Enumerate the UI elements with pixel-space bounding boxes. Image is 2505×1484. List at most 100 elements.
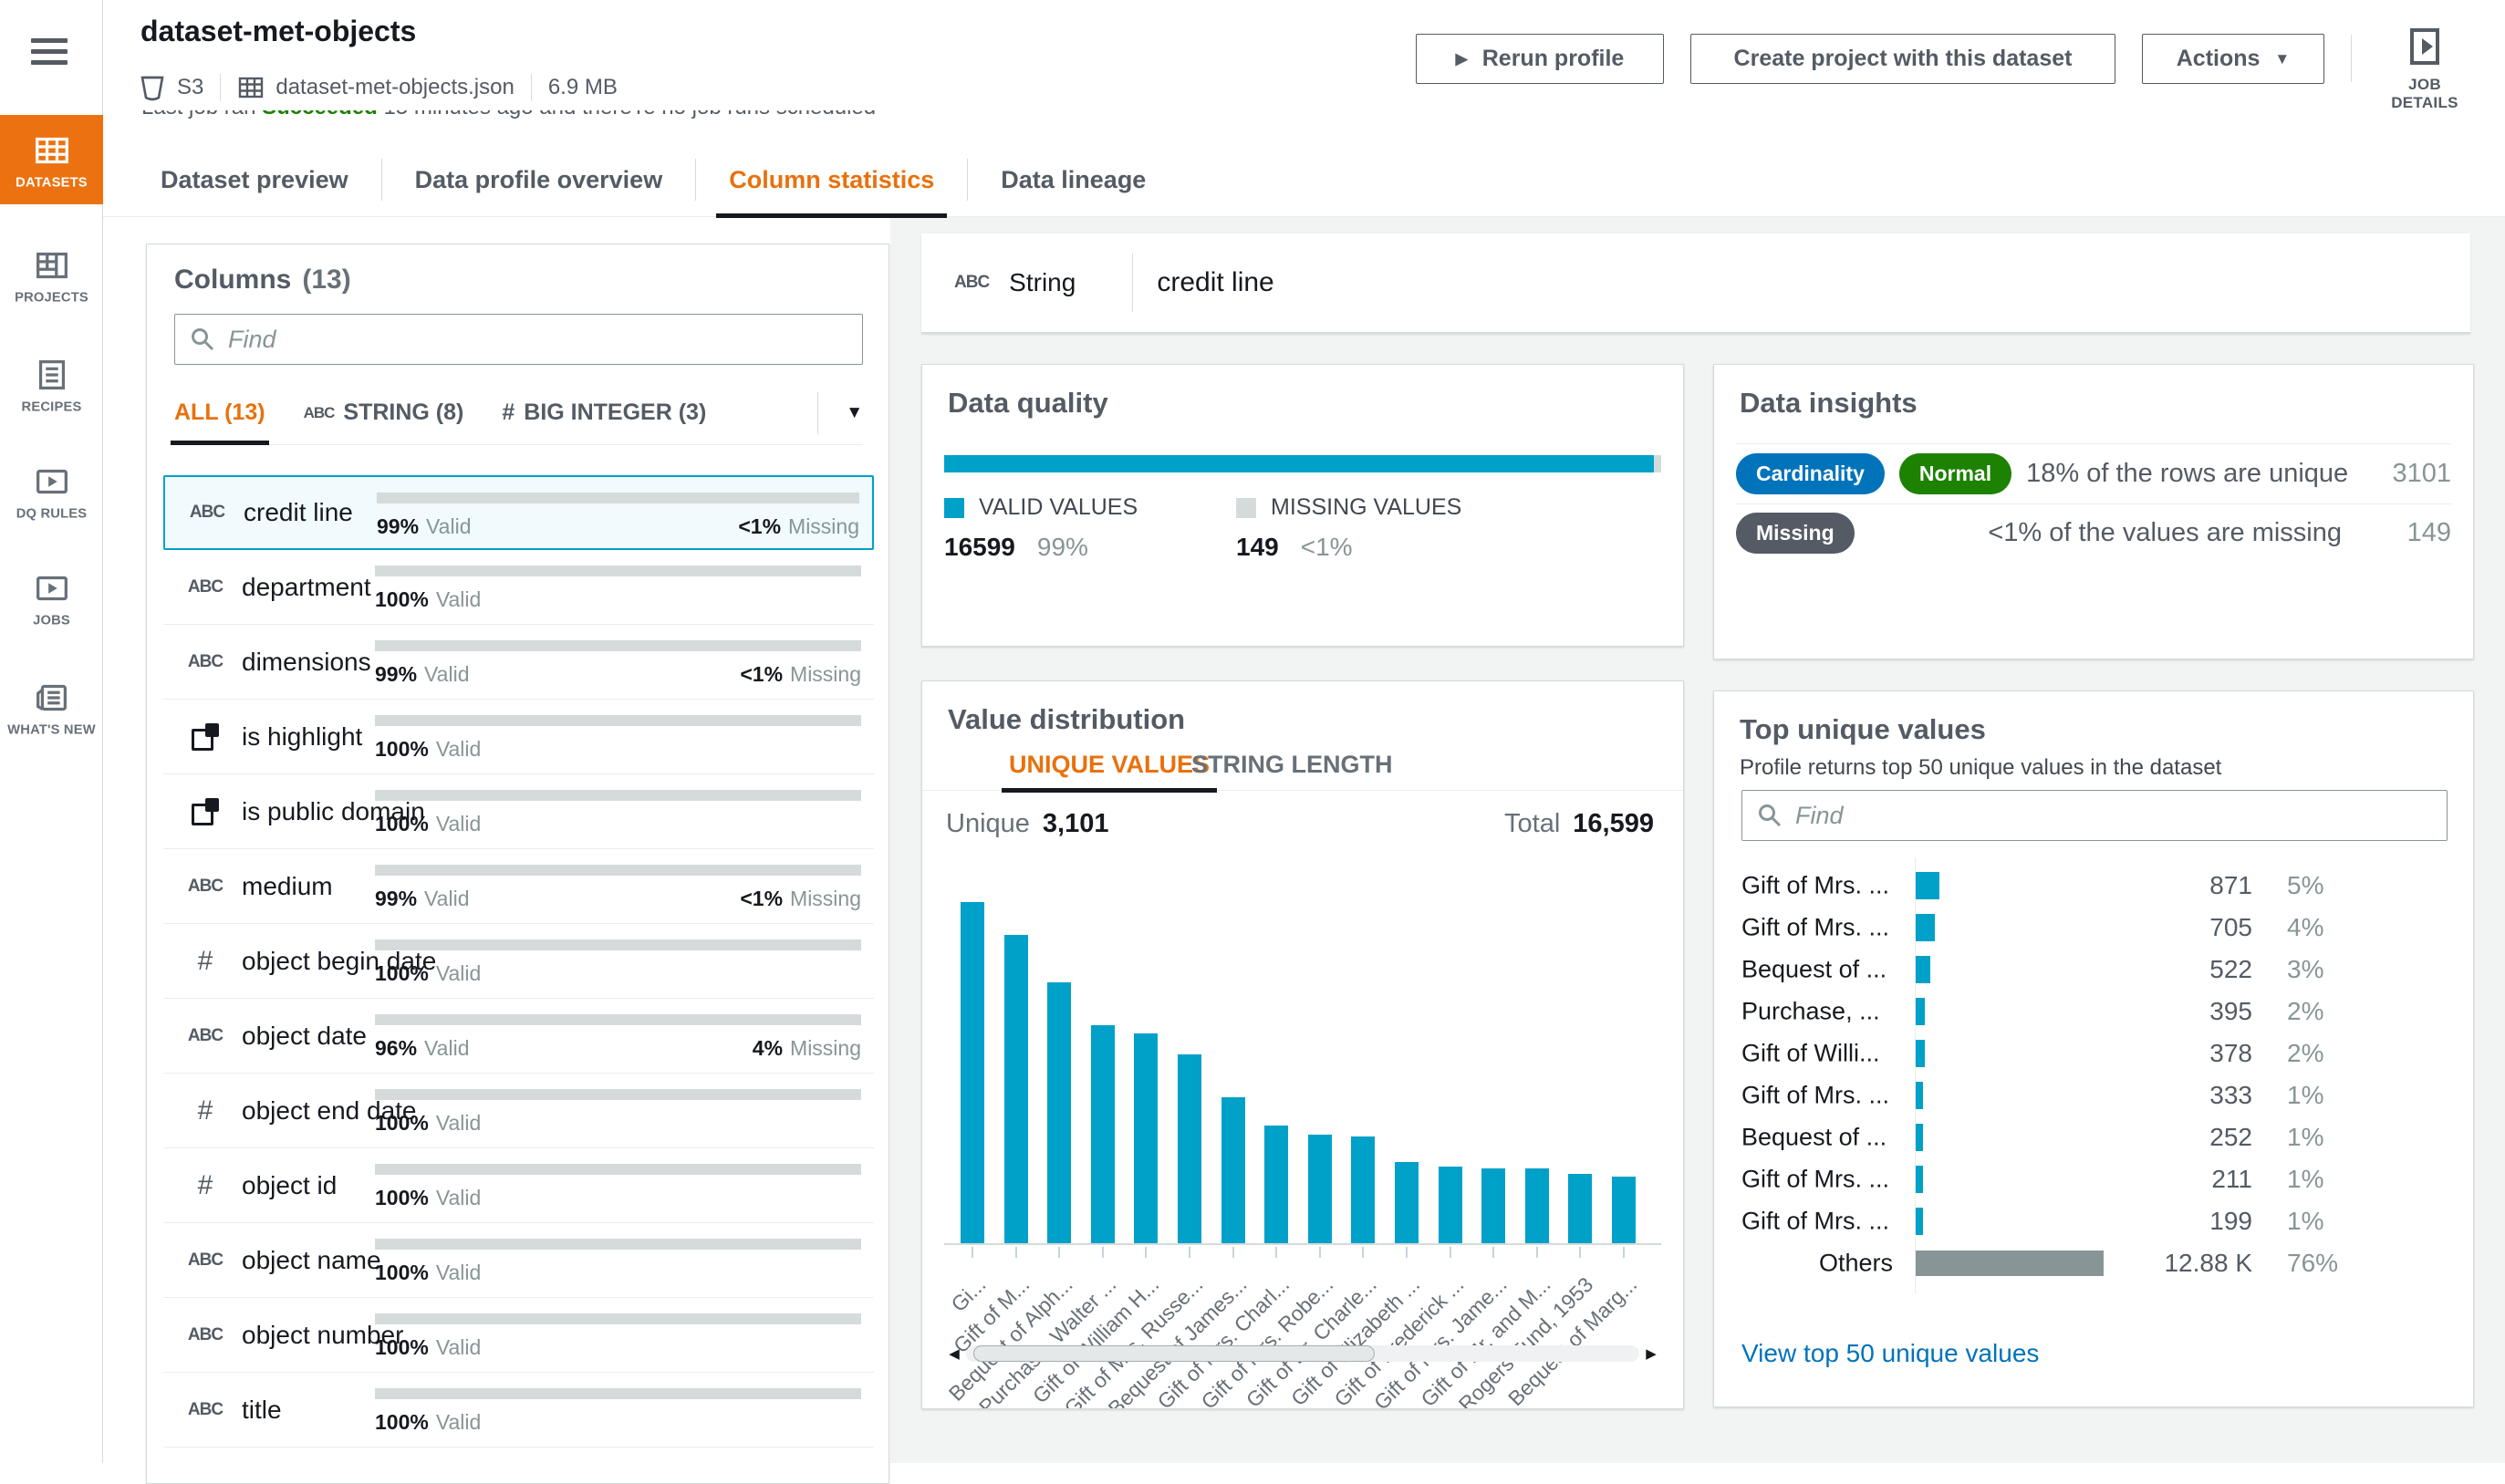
string-type-icon: ABC	[188, 577, 223, 597]
filter-string-8-[interactable]: ABCSTRING (8)	[304, 381, 464, 444]
sidebar-item-recipes[interactable]: RECIPES	[0, 354, 103, 416]
valid-percent: 100%Valid	[375, 737, 481, 762]
unique-value-row: Gift of Mrs. ...1991%	[1741, 1200, 2448, 1242]
column-row-object-date[interactable]: ABCobject date96%Valid4%Missing	[163, 999, 874, 1074]
divider	[381, 159, 382, 201]
scrollbar-thumb[interactable]	[973, 1345, 1375, 1362]
number-type-icon: #	[198, 946, 213, 976]
unique-values-search-input[interactable]	[1795, 802, 2432, 830]
string-type-icon: ABC	[188, 1325, 223, 1344]
unique-value-bar	[1916, 956, 1930, 983]
unique-value-percent: 2%	[2287, 1039, 2323, 1068]
chart-bar	[1612, 1177, 1636, 1243]
x-axis-line	[944, 1243, 1661, 1245]
tab-string-length[interactable]: STRING LENGTH	[1191, 738, 1393, 791]
column-row-credit-line[interactable]: ABCcredit line99%Valid<1%Missing	[163, 475, 874, 550]
sidebar: DATASETS PROJECTS RECIPES DQ RULES JOBS WHAT'…	[0, 0, 103, 1463]
columns-panel: Columns(13) ALL (13)ABCSTRING (8)#BIG IN…	[146, 244, 889, 1484]
string-type-icon: ABC	[188, 1026, 223, 1045]
chart-bar	[1439, 1167, 1462, 1243]
missing-percent: <1%Missing	[740, 662, 861, 687]
badge-cardinality: Cardinality	[1736, 453, 1885, 494]
number-type-icon: #	[198, 1170, 213, 1200]
sidebar-item-what-s-new[interactable]: WHAT'S NEW	[0, 677, 103, 739]
x-axis-tick	[1058, 1247, 1060, 1258]
column-row-object-number[interactable]: ABCobject number100%Valid	[163, 1298, 874, 1373]
search-icon	[1757, 803, 1783, 828]
data-quality-title: Data quality	[948, 387, 1108, 420]
column-row-medium[interactable]: ABCmedium99%Valid<1%Missing	[163, 849, 874, 924]
tab-column-statistics[interactable]: Column statistics	[723, 143, 940, 216]
missing-values-legend: MISSING VALUES	[1236, 494, 1461, 521]
unique-value-count: 211	[2211, 1165, 2252, 1194]
column-row-is-public-domain[interactable]: is public domain100%Valid	[163, 774, 874, 849]
tab-data-lineage[interactable]: Data lineage	[995, 143, 1151, 216]
hamburger-menu-icon[interactable]	[31, 38, 68, 66]
scroll-left-icon[interactable]: ◀	[944, 1345, 964, 1362]
tab-data-profile-overview[interactable]: Data profile overview	[410, 143, 669, 216]
boolean-type-icon	[192, 798, 219, 825]
columns-search-input[interactable]	[228, 326, 847, 354]
top-unique-values-title: Top unique values	[1740, 713, 1986, 746]
sidebar-item-dq-rules[interactable]: DQ RULES	[0, 461, 103, 523]
column-row-object-name[interactable]: ABCobject name100%Valid	[163, 1223, 874, 1298]
filter-big-integer-3-[interactable]: #BIG INTEGER (3)	[502, 381, 706, 444]
sidebar-item-datasets[interactable]: DATASETS	[0, 115, 103, 204]
sidebar-item-projects[interactable]: PROJECTS	[0, 244, 103, 306]
view-top-50-link[interactable]: View top 50 unique values	[1741, 1339, 2039, 1368]
x-axis-tick	[1232, 1247, 1234, 1258]
create-project-button[interactable]: Create project with this dataset	[1690, 34, 2115, 84]
unique-value-percent: 76%	[2287, 1249, 2338, 1278]
valid-percent: 100%Valid	[375, 1186, 481, 1210]
unique-values-search	[1741, 790, 2448, 841]
valid-legend-swatch	[944, 498, 964, 518]
unique-value-percent: 3%	[2287, 955, 2323, 984]
column-row-object-id[interactable]: # object id 100%Valid	[163, 1148, 874, 1223]
filter-all-13-[interactable]: ALL (13)	[174, 381, 265, 444]
column-name: object id	[242, 1171, 337, 1200]
column-row-object-begin-date[interactable]: #object begin date100%Valid	[163, 924, 874, 999]
filters-dropdown-button[interactable]: ▼	[817, 381, 863, 444]
column-row-dimensions[interactable]: ABCdimensions99%Valid<1%Missing	[163, 625, 874, 700]
valid-percent: 100%Valid	[375, 1111, 481, 1136]
chart-bar	[1525, 1168, 1549, 1243]
total-stat: Total16,599	[1504, 809, 1654, 839]
scrollbar-track[interactable]	[966, 1345, 1639, 1362]
missing-percent: 4%Missing	[753, 1036, 861, 1061]
column-name: title	[242, 1396, 282, 1425]
caret-down-icon: ▼	[846, 403, 863, 423]
valid-ratio-bar	[375, 1239, 861, 1250]
valid-percent: 99%Valid	[375, 662, 469, 687]
x-axis-tick	[1275, 1247, 1277, 1258]
job-details-icon	[2408, 27, 2441, 66]
column-row-object-end-date[interactable]: #object end date100%Valid	[163, 1074, 874, 1148]
tab-dataset-preview[interactable]: Dataset preview	[155, 143, 354, 216]
unique-value-count: 522	[2209, 955, 2252, 984]
column-row-is-highlight[interactable]: is highlight100%Valid	[163, 700, 874, 774]
unique-value-percent: 5%	[2287, 871, 2323, 900]
valid-percent: 96%Valid	[375, 1036, 469, 1061]
valid-ratio-bar	[375, 715, 861, 726]
valid-percent: 100%Valid	[375, 1410, 481, 1435]
job-details-button[interactable]: JOB DETAILS	[2374, 27, 2476, 112]
rerun-profile-button[interactable]: ▶ Rerun profile	[1416, 34, 1664, 84]
divider	[967, 159, 968, 201]
actions-dropdown-button[interactable]: Actions ▼	[2142, 34, 2324, 84]
unique-value-row-others: Others12.88 K76%	[1741, 1242, 2448, 1284]
tab-unique-values[interactable]: UNIQUE VALUES	[1009, 738, 1210, 791]
number-type-icon: #	[198, 1095, 213, 1126]
column-row-department[interactable]: ABCdepartment100%Valid	[163, 550, 874, 625]
succeeded-status: Succeeded	[262, 110, 378, 119]
valid-ratio-bar	[375, 1164, 861, 1175]
unique-value-row: Gift of Mrs. ...3331%	[1741, 1074, 2448, 1116]
column-row-title[interactable]: ABCtitle100%Valid	[163, 1373, 874, 1448]
data-quality-bar	[944, 455, 1661, 472]
data-insights-card: Data insights CardinalityNormal18% of th…	[1713, 364, 2474, 659]
x-axis-tick	[1406, 1247, 1408, 1258]
selected-column-name: credit line	[1157, 267, 1273, 298]
valid-ratio-bar	[375, 566, 861, 576]
string-type-icon: ABC	[188, 652, 223, 671]
sidebar-item-jobs[interactable]: JOBS	[0, 567, 103, 629]
search-icon	[190, 327, 215, 352]
scroll-right-icon[interactable]: ▶	[1641, 1345, 1661, 1362]
